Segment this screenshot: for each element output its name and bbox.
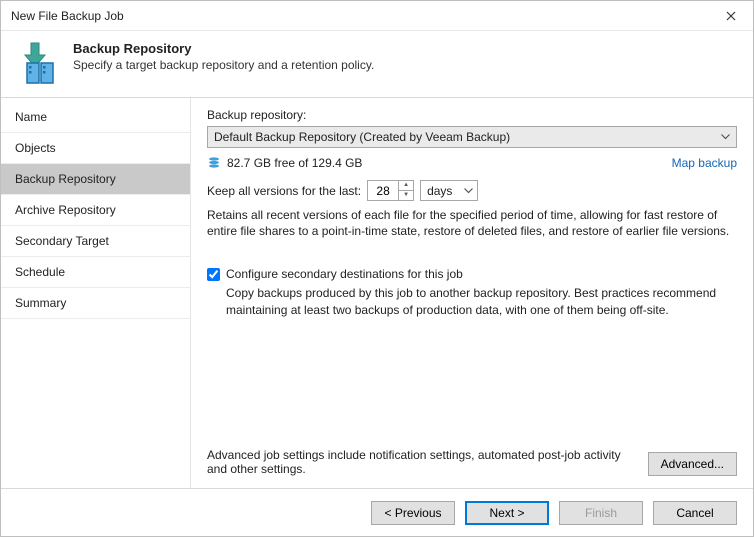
storage-free-text: 82.7 GB free of 129.4 GB — [227, 156, 362, 170]
keep-value-spinner[interactable]: ▲ ▼ — [367, 180, 414, 201]
repo-combobox[interactable]: Default Backup Repository (Created by Ve… — [207, 126, 737, 148]
step-archive-repository[interactable]: Archive Repository — [1, 195, 190, 225]
titlebar: New File Backup Job — [1, 1, 753, 31]
wizard-steps: Name Objects Backup Repository Archive R… — [1, 98, 191, 488]
repo-label: Backup repository: — [207, 108, 737, 122]
wizard-body: Name Objects Backup Repository Archive R… — [1, 98, 753, 488]
next-button[interactable]: Next > — [465, 501, 549, 525]
spinner-down-icon[interactable]: ▼ — [399, 191, 413, 201]
secondary-destinations-row[interactable]: Configure secondary destinations for thi… — [207, 267, 737, 281]
spinner-up-icon[interactable]: ▲ — [399, 181, 413, 191]
step-secondary-target[interactable]: Secondary Target — [1, 226, 190, 256]
advanced-description: Advanced job settings include notificati… — [207, 448, 634, 476]
repo-selected-value: Default Backup Repository (Created by Ve… — [214, 130, 510, 144]
close-button[interactable] — [708, 1, 753, 31]
header-subtitle: Specify a target backup repository and a… — [73, 58, 374, 72]
finish-button[interactable]: Finish — [559, 501, 643, 525]
header-title: Backup Repository — [73, 41, 374, 56]
map-backup-link[interactable]: Map backup — [672, 156, 737, 170]
window-title: New File Backup Job — [11, 9, 708, 23]
keep-unit-select[interactable]: days — [420, 180, 478, 201]
step-objects[interactable]: Objects — [1, 133, 190, 163]
keep-value-input[interactable] — [368, 181, 398, 200]
step-summary[interactable]: Summary — [1, 288, 190, 318]
chevron-down-icon — [721, 134, 730, 140]
secondary-destinations-desc: Copy backups produced by this job to ano… — [226, 285, 737, 317]
keep-label: Keep all versions for the last: — [207, 184, 361, 198]
secondary-destinations-label: Configure secondary destinations for thi… — [226, 267, 463, 281]
wizard-content: Backup repository: Default Backup Reposi… — [191, 98, 753, 488]
keep-unit-value: days — [427, 184, 452, 198]
close-icon — [726, 11, 736, 21]
wizard-header: Backup Repository Specify a target backu… — [1, 31, 753, 98]
step-schedule[interactable]: Schedule — [1, 257, 190, 287]
chevron-down-icon — [464, 188, 473, 194]
storage-icon — [207, 156, 221, 170]
step-name[interactable]: Name — [1, 102, 190, 132]
advanced-button[interactable]: Advanced... — [648, 452, 737, 476]
retention-description: Retains all recent versions of each file… — [207, 207, 737, 239]
secondary-destinations-checkbox[interactable] — [207, 268, 220, 281]
wizard-footer: < Previous Next > Finish Cancel — [1, 488, 753, 536]
previous-button[interactable]: < Previous — [371, 501, 455, 525]
repository-icon — [17, 41, 61, 85]
step-backup-repository[interactable]: Backup Repository — [1, 164, 190, 194]
wizard-window: New File Backup Job Backup Repository Sp… — [0, 0, 754, 537]
cancel-button[interactable]: Cancel — [653, 501, 737, 525]
